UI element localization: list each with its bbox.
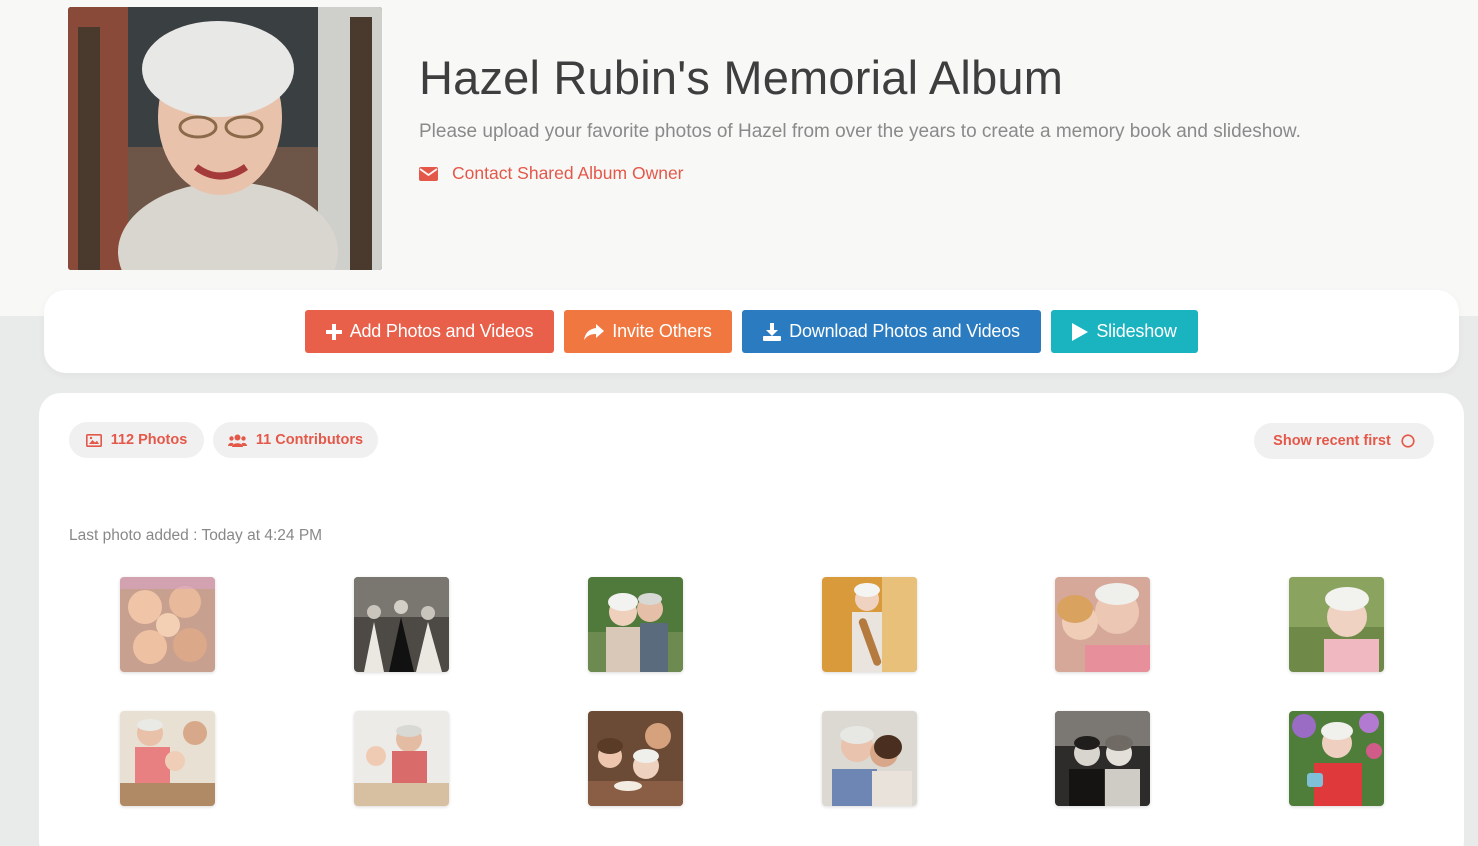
photos-count-badge[interactable]: 112 Photos xyxy=(69,422,204,458)
contributors-count-label: 11 Contributors xyxy=(255,432,364,448)
profile-photo xyxy=(68,7,382,270)
users-icon xyxy=(227,434,247,447)
photo-thumbnail[interactable] xyxy=(822,577,917,672)
photo-thumbnail[interactable] xyxy=(1289,711,1384,806)
contact-owner-link[interactable]: Contact Shared Album Owner xyxy=(419,163,684,184)
image-icon xyxy=(85,433,102,447)
photo-thumbnail[interactable] xyxy=(354,577,449,672)
play-icon xyxy=(1072,322,1089,341)
download-button[interactable]: Download Photos and Videos xyxy=(742,310,1041,353)
contact-owner-label: Contact Shared Album Owner xyxy=(452,163,684,183)
album-description: Please upload your favorite photos of Ha… xyxy=(419,121,1301,142)
slideshow-label: Slideshow xyxy=(1096,321,1177,341)
photo-thumbnail[interactable] xyxy=(354,711,449,806)
contributors-count-badge[interactable]: 11 Contributors xyxy=(213,422,378,458)
photo-thumbnail[interactable] xyxy=(1289,577,1384,672)
invite-others-label: Invite Others xyxy=(612,321,712,341)
add-photos-button[interactable]: Add Photos and Videos xyxy=(305,310,554,353)
plus-icon xyxy=(325,323,342,340)
photo-thumbnail[interactable] xyxy=(588,577,683,672)
photo-thumbnail[interactable] xyxy=(120,577,215,672)
photo-thumbnail[interactable] xyxy=(822,711,917,806)
download-icon xyxy=(763,322,782,341)
album-title: Hazel Rubin's Memorial Album xyxy=(419,51,1064,104)
invite-others-button[interactable]: Invite Others xyxy=(564,310,732,353)
photo-thumbnail[interactable] xyxy=(588,711,683,806)
last-photo-added: Last photo added : Today at 4:24 PM xyxy=(69,527,323,544)
photo-thumbnail[interactable] xyxy=(1055,577,1150,672)
circle-icon xyxy=(1401,434,1415,448)
sort-label: Show recent first xyxy=(1273,433,1391,449)
sort-toggle[interactable]: Show recent first xyxy=(1254,423,1434,459)
share-arrow-icon xyxy=(584,323,605,340)
slideshow-button[interactable]: Slideshow xyxy=(1051,310,1198,353)
photo-thumbnail[interactable] xyxy=(120,711,215,806)
photo-thumbnail[interactable] xyxy=(1055,711,1150,806)
gallery-panel xyxy=(39,393,1464,846)
add-photos-label: Add Photos and Videos xyxy=(349,321,534,341)
photos-count-label: 112 Photos xyxy=(110,432,188,448)
envelope-icon xyxy=(419,166,438,181)
download-label: Download Photos and Videos xyxy=(789,321,1020,341)
